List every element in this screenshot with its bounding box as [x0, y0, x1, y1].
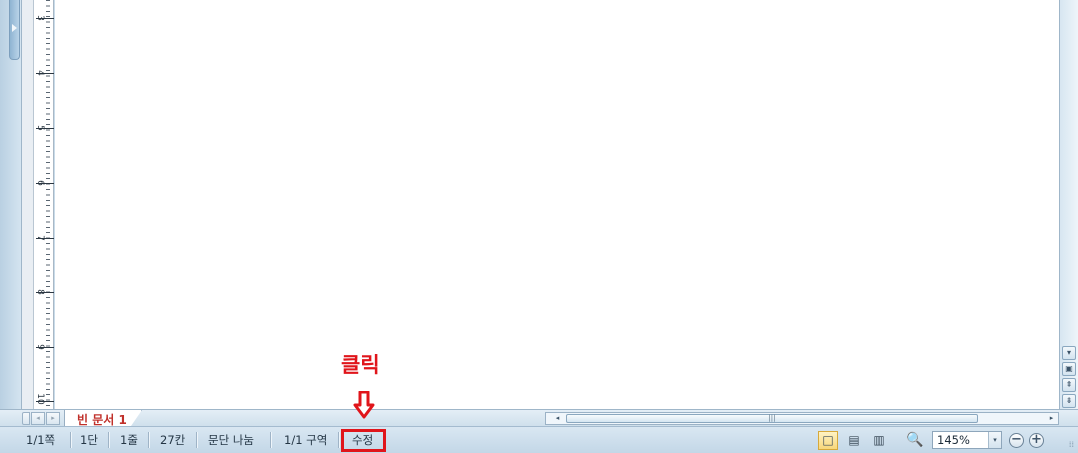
ruler-margin-strip [22, 0, 34, 410]
layout-view-button[interactable]: ▤ [844, 431, 864, 450]
document-tab-bar: ◂ ▸ 빈 문서 1 ◂ ||| ▸ [0, 409, 1078, 427]
status-line[interactable]: 1줄 [114, 432, 144, 448]
scroll-down-button[interactable]: ▾ [1062, 346, 1076, 360]
status-page[interactable]: 1/1쪽 [20, 432, 61, 448]
tab-bar-splitter[interactable] [22, 412, 30, 425]
ruler-number: 10 [35, 393, 45, 405]
ruler-number: 8 [35, 289, 45, 295]
chevron-down-icon[interactable]: ▾ [988, 432, 1001, 448]
status-section[interactable]: 1/1 구역 [278, 432, 333, 448]
click-annotation-label: 클릭 [341, 352, 380, 377]
status-column[interactable]: 1단 [74, 432, 104, 448]
vertical-ruler: 3 4 5 6 7 8 9 10 [22, 0, 54, 410]
ruler-number: 9 [35, 344, 45, 350]
down-arrow-annotation-icon [353, 391, 375, 419]
ruler-number: 4 [35, 70, 45, 76]
tab-next-button[interactable]: ▸ [46, 412, 60, 425]
status-column-position[interactable]: 27칸 [154, 432, 191, 448]
magnifier-icon[interactable]: 🔍 [905, 431, 925, 450]
page-view-button[interactable]: ▣ [1062, 362, 1076, 376]
sidebar-toggle-tab[interactable] [9, 0, 20, 60]
page-view-icon-button[interactable]: ▥ [869, 431, 889, 450]
next-page-button[interactable]: ⇟ [1062, 394, 1076, 408]
status-paragraph-break[interactable]: 문단 나눔 [202, 432, 260, 448]
vertical-scrollbar[interactable]: ▾ ▣ ⇞ ⇟ [1059, 0, 1078, 410]
tab-prev-button[interactable]: ◂ [31, 412, 45, 425]
prev-page-button[interactable]: ⇞ [1062, 378, 1076, 392]
ruler-number: 7 [35, 235, 45, 241]
zoom-in-button[interactable]: + [1029, 433, 1044, 448]
ruler-number: 3 [35, 15, 45, 21]
normal-view-button[interactable]: □ [818, 431, 838, 450]
zoom-out-button[interactable]: − [1009, 433, 1024, 448]
left-frame [0, 0, 22, 410]
scroll-right-button[interactable]: ▸ [1045, 413, 1058, 424]
horizontal-scrollbar[interactable]: ◂ ||| ▸ [545, 412, 1059, 425]
expand-arrow-icon [12, 24, 17, 32]
tab-blank-document-1[interactable]: 빈 문서 1 [64, 410, 142, 427]
status-bar: 1/1쪽 1단 1줄 27칸 문단 나눔 1/1 구역 수정 □ ▤ ▥ 🔍 1… [0, 426, 1078, 453]
zoom-select[interactable]: 145% ▾ [932, 431, 1002, 449]
edit-mode-highlight-box [341, 429, 386, 452]
ruler-number: 5 [35, 125, 45, 131]
document-page[interactable] [55, 0, 1059, 410]
ruler-number: 6 [35, 180, 45, 186]
resize-grip-icon[interactable]: ⁞⁞ [1069, 440, 1074, 449]
scroll-left-button[interactable]: ◂ [551, 413, 564, 424]
zoom-value: 145% [937, 433, 970, 447]
horizontal-scroll-thumb[interactable]: ||| [566, 414, 978, 423]
